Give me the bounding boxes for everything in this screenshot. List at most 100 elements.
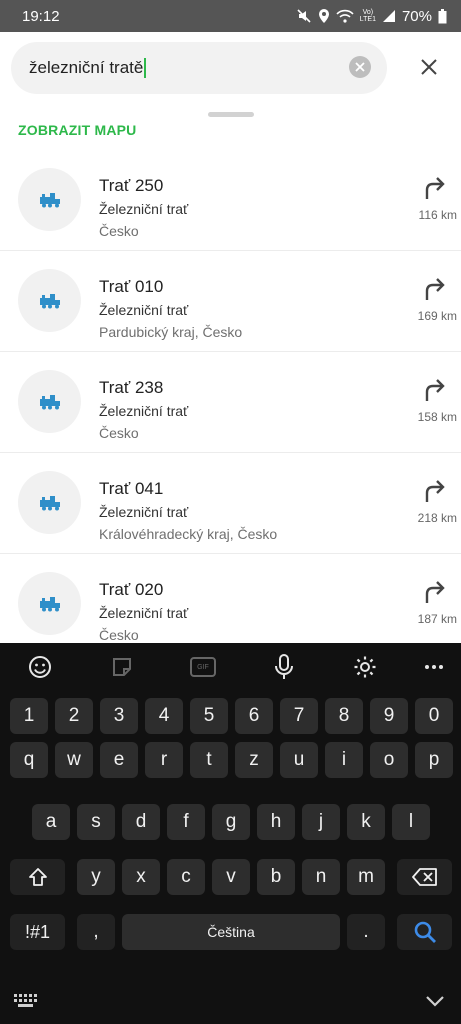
gif-label: GIF [197,663,209,671]
key-d[interactable]: d [122,804,160,840]
result-region: Česko [99,223,139,239]
close-button[interactable] [414,52,444,82]
key-6[interactable]: 6 [235,698,273,734]
search-icon [414,921,436,943]
keyboard-switch-icon[interactable] [14,994,38,1013]
symbols-key[interactable]: !#1 [10,914,65,950]
directions-icon[interactable] [418,475,448,505]
directions-icon[interactable] [418,374,448,404]
backspace-key[interactable] [397,859,452,895]
list-item[interactable]: Trať 250 Železniční trať Česko 116 km [0,150,461,251]
text-cursor [144,58,147,78]
drag-handle[interactable] [208,112,254,117]
key-q[interactable]: q [10,742,48,778]
key-g[interactable]: g [212,804,250,840]
backspace-icon [411,868,437,886]
key-o[interactable]: o [370,742,408,778]
key-5[interactable]: 5 [190,698,228,734]
key-r[interactable]: r [145,742,183,778]
list-item[interactable]: Trať 020 Železniční trať Česko 187 km [0,554,461,655]
key-p[interactable]: p [415,742,453,778]
key-h[interactable]: h [257,804,295,840]
more-icon[interactable] [419,653,449,681]
result-region: Královéhradecký kraj, Česko [99,526,278,542]
key-i[interactable]: i [325,742,363,778]
train-icon [18,471,81,534]
key-1[interactable]: 1 [10,698,48,734]
period-key[interactable]: . [347,914,385,950]
directions-icon[interactable] [418,273,448,303]
shift-icon [28,868,47,886]
key-s[interactable]: s [77,804,115,840]
shift-key[interactable] [10,859,65,895]
key-7[interactable]: 7 [280,698,318,734]
search-key[interactable] [397,914,452,950]
result-type: Železniční trať [99,201,189,217]
hide-keyboard-icon[interactable] [425,994,445,1013]
key-z[interactable]: z [235,742,273,778]
result-region: Pardubický kraj, Česko [99,324,243,340]
clear-search-button[interactable] [349,56,371,78]
result-region: Česko [99,425,139,441]
clear-icon [355,62,365,72]
sticker-icon[interactable] [107,653,137,681]
directions-icon[interactable] [418,576,448,606]
search-header: železniční tratě [0,32,461,102]
key-c[interactable]: c [167,859,205,895]
battery-icon [438,8,447,24]
keyboard-nav-row [0,980,461,1024]
key-y[interactable]: y [77,859,115,895]
key-u[interactable]: u [280,742,318,778]
key-f[interactable]: f [167,804,205,840]
result-title: Trať 250 [99,176,164,195]
key-w[interactable]: w [55,742,93,778]
result-title: Trať 238 [99,378,164,397]
keyboard-toolbar: GIF [0,643,461,691]
result-distance: 169 km [417,309,457,323]
show-map-link[interactable]: ZOBRAZIT MAPU [18,122,136,138]
key-b[interactable]: b [257,859,295,895]
key-j[interactable]: j [302,804,340,840]
key-k[interactable]: k [347,804,385,840]
key-n[interactable]: n [302,859,340,895]
space-key[interactable]: Čeština [122,914,340,950]
result-title: Trať 041 [99,479,164,498]
key-v[interactable]: v [212,859,250,895]
keyboard: GIF 1 2 3 4 5 6 7 8 9 0 q w e r t z u i … [0,643,461,1024]
result-distance: 187 km [417,612,457,626]
microphone-icon[interactable] [269,653,299,681]
gif-button[interactable]: GIF [188,653,218,681]
location-icon [318,8,330,24]
train-icon [18,168,81,231]
result-type: Železniční trať [99,403,189,419]
result-type: Železniční trať [99,504,189,520]
key-9[interactable]: 9 [370,698,408,734]
key-m[interactable]: m [347,859,385,895]
key-0[interactable]: 0 [415,698,453,734]
settings-icon[interactable] [350,653,380,681]
status-icons: Vo) LTE1 70% [296,8,447,25]
emoji-icon[interactable] [25,653,55,681]
key-a[interactable]: a [32,804,70,840]
key-3[interactable]: 3 [100,698,138,734]
key-2[interactable]: 2 [55,698,93,734]
key-t[interactable]: t [190,742,228,778]
key-e[interactable]: e [100,742,138,778]
directions-icon[interactable] [418,172,448,202]
train-icon [18,572,81,635]
key-4[interactable]: 4 [145,698,183,734]
result-distance: 218 km [417,511,457,525]
key-8[interactable]: 8 [325,698,363,734]
search-input[interactable]: železniční tratě [11,42,387,94]
wifi-icon [336,9,354,23]
list-item[interactable]: Trať 010 Železniční trať Pardubický kraj… [0,251,461,352]
key-l[interactable]: l [392,804,430,840]
signal-icon [382,9,396,23]
network-indicator: Vo) LTE1 [359,9,376,23]
comma-key[interactable]: , [77,914,115,950]
status-bar: 19:12 Vo) LTE1 70% [0,0,461,32]
list-item[interactable]: Trať 041 Železniční trať Královéhradecký… [0,453,461,554]
key-x[interactable]: x [122,859,160,895]
result-distance: 116 km [418,208,457,222]
list-item[interactable]: Trať 238 Železniční trať Česko 158 km [0,352,461,453]
